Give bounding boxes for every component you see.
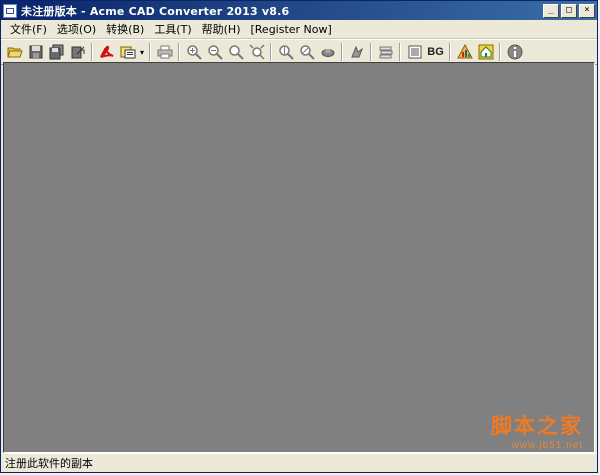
status-text: 注册此软件的副本 <box>5 457 93 470</box>
open-folder-icon[interactable] <box>5 43 24 62</box>
window-title: 未注册版本 - Acme CAD Converter 2013 v8.6 <box>21 4 290 18</box>
pan-icon[interactable] <box>297 43 316 62</box>
toolbar-separator <box>91 43 93 61</box>
toolbar-separator <box>178 43 180 61</box>
zoom-window-icon[interactable] <box>226 43 245 62</box>
menu-bar: 文件(F) 选项(O) 转换(B) 工具(T) 帮助(H) [Register … <box>1 20 597 39</box>
layers-icon[interactable] <box>318 43 337 62</box>
menu-tools[interactable]: 工具(T) <box>149 21 196 37</box>
zoom-realtime-icon[interactable] <box>276 43 295 62</box>
print-icon[interactable] <box>155 43 174 62</box>
export-icon[interactable] <box>68 43 87 62</box>
save-all-icon[interactable] <box>47 43 66 62</box>
watermark-url: www.jb51.net <box>511 440 583 451</box>
status-bar: 注册此软件的副本 <box>1 453 597 472</box>
toolbar-separator <box>499 43 501 61</box>
drawing-canvas[interactable] <box>3 62 595 453</box>
menu-file[interactable]: 文件(F) <box>5 21 52 37</box>
save-icon[interactable] <box>26 43 45 62</box>
background-icon[interactable] <box>405 43 424 62</box>
window-controls: _ □ × <box>543 3 595 18</box>
bg-color-button[interactable]: BG <box>426 43 445 62</box>
menu-register-now[interactable]: [Register Now] <box>245 23 336 36</box>
menu-help[interactable]: 帮助(H) <box>197 21 246 37</box>
bg-label: BG <box>427 46 444 58</box>
maximize-button[interactable]: □ <box>561 3 577 18</box>
minimize-button[interactable]: _ <box>543 3 559 18</box>
zoom-in-icon[interactable] <box>184 43 203 62</box>
close-button[interactable]: × <box>579 3 595 18</box>
layer-manager-icon[interactable] <box>376 43 395 62</box>
text-style-icon[interactable] <box>347 43 366 62</box>
chart-icon[interactable] <box>455 43 474 62</box>
watermark-title: 脚本之家 <box>491 413 583 438</box>
app-icon[interactable] <box>3 3 17 18</box>
batch-convert-dropdown[interactable]: ▾ <box>138 43 146 62</box>
home-icon[interactable] <box>476 43 495 62</box>
toolbar-separator <box>370 43 372 61</box>
menu-options[interactable]: 选项(O) <box>52 21 101 37</box>
zoom-out-icon[interactable] <box>205 43 224 62</box>
watermark: 脚本之家 www.jb51.net <box>491 410 583 451</box>
title-bar[interactable]: 未注册版本 - Acme CAD Converter 2013 v8.6 _ □… <box>1 1 597 20</box>
toolbar-separator <box>399 43 401 61</box>
acrobat-icon[interactable] <box>97 43 116 62</box>
menu-convert[interactable]: 转换(B) <box>101 21 149 37</box>
toolbar-separator <box>341 43 343 61</box>
zoom-extents-icon[interactable] <box>247 43 266 62</box>
batch-convert-icon[interactable] <box>118 43 137 62</box>
application-window: 未注册版本 - Acme CAD Converter 2013 v8.6 _ □… <box>0 0 598 473</box>
toolbar-separator <box>149 43 151 61</box>
info-icon[interactable] <box>505 43 524 62</box>
toolbar-separator <box>270 43 272 61</box>
toolbar-separator <box>449 43 451 61</box>
